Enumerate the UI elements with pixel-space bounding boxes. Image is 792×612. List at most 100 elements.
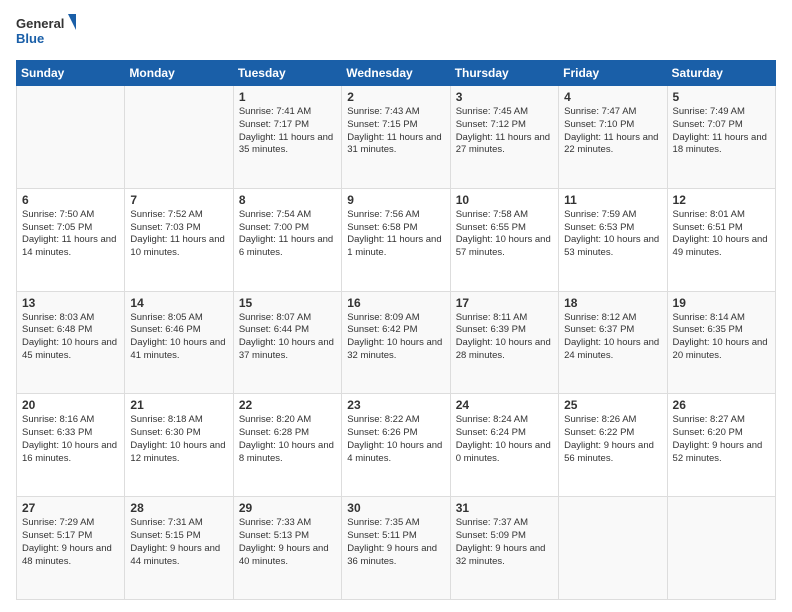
calendar-cell: 24 Sunrise: 8:24 AMSunset: 6:24 PMDayligh… (450, 394, 558, 497)
day-info: Sunrise: 8:09 AMSunset: 6:42 PMDaylight:… (347, 312, 444, 363)
logo: General Blue (16, 12, 76, 52)
day-number: 13 (22, 296, 119, 310)
day-info: Sunrise: 7:56 AMSunset: 6:58 PMDaylight:… (347, 209, 444, 260)
calendar-header-row: SundayMondayTuesdayWednesdayThursdayFrid… (17, 61, 776, 86)
calendar-cell: 29 Sunrise: 7:33 AMSunset: 5:13 PMDayligh… (233, 497, 341, 600)
calendar-cell: 3Sunrise: 7:45 AMSunset: 7:12 PMDaylight… (450, 86, 558, 189)
day-number: 25 (564, 398, 661, 412)
day-info: Sunrise: 7:43 AMSunset: 7:15 PMDaylight:… (347, 106, 444, 157)
day-info: Sunrise: 8:07 AMSunset: 6:44 PMDaylight:… (239, 312, 336, 363)
day-number: 8 (239, 193, 336, 207)
calendar-cell: 31Sunrise: 7:37 AMSunset: 5:09 PMDayligh… (450, 497, 558, 600)
day-info: Sunrise: 8:18 AMSunset: 6:30 PMDaylight:… (130, 414, 227, 465)
day-info: Sunrise: 7:52 AMSunset: 7:03 PMDaylight:… (130, 209, 227, 260)
calendar-cell: 10Sunrise: 7:58 AMSunset: 6:55 PMDayligh… (450, 188, 558, 291)
day-info: Sunrise: 8:16 AMSunset: 6:33 PMDaylight:… (22, 414, 119, 465)
calendar-cell: 26Sunrise: 8:27 AMSunset: 6:20 PMDayligh… (667, 394, 775, 497)
day-number: 29 (239, 501, 336, 515)
calendar-body: 1 Sunrise: 7:41 AMSunset: 7:17 PMDaylight… (17, 86, 776, 600)
calendar-week-2: 13 Sunrise: 8:03 AMSunset: 6:48 PMDayligh… (17, 291, 776, 394)
day-info: Sunrise: 7:50 AMSunset: 7:05 PMDaylight:… (22, 209, 119, 260)
day-number: 5 (673, 90, 770, 104)
day-number: 20 (22, 398, 119, 412)
calendar-cell: 6 Sunrise: 7:50 AMSunset: 7:05 PMDaylight… (17, 188, 125, 291)
day-info: Sunrise: 8:05 AMSunset: 6:46 PMDaylight:… (130, 312, 227, 363)
day-info: Sunrise: 8:27 AMSunset: 6:20 PMDaylight:… (673, 414, 770, 465)
calendar-cell: 23 Sunrise: 8:22 AMSunset: 6:26 PMDayligh… (342, 394, 450, 497)
day-number: 15 (239, 296, 336, 310)
day-info: Sunrise: 8:11 AMSunset: 6:39 PMDaylight:… (456, 312, 553, 363)
calendar-cell: 18Sunrise: 8:12 AMSunset: 6:37 PMDayligh… (559, 291, 667, 394)
day-info: Sunrise: 7:59 AMSunset: 6:53 PMDaylight:… (564, 209, 661, 260)
day-info: Sunrise: 7:31 AMSunset: 5:15 PMDaylight:… (130, 517, 227, 568)
day-info: Sunrise: 7:35 AMSunset: 5:11 PMDaylight:… (347, 517, 444, 568)
calendar-cell: 9 Sunrise: 7:56 AMSunset: 6:58 PMDaylight… (342, 188, 450, 291)
day-number: 6 (22, 193, 119, 207)
calendar-cell (667, 497, 775, 600)
day-info: Sunrise: 7:33 AMSunset: 5:13 PMDaylight:… (239, 517, 336, 568)
day-header-thursday: Thursday (450, 61, 558, 86)
day-number: 28 (130, 501, 227, 515)
day-header-sunday: Sunday (17, 61, 125, 86)
day-info: Sunrise: 8:26 AMSunset: 6:22 PMDaylight:… (564, 414, 661, 465)
day-number: 23 (347, 398, 444, 412)
day-number: 1 (239, 90, 336, 104)
day-info: Sunrise: 7:54 AMSunset: 7:00 PMDaylight:… (239, 209, 336, 260)
calendar-cell: 12Sunrise: 8:01 AMSunset: 6:51 PMDayligh… (667, 188, 775, 291)
day-info: Sunrise: 8:20 AMSunset: 6:28 PMDaylight:… (239, 414, 336, 465)
day-number: 31 (456, 501, 553, 515)
day-header-monday: Monday (125, 61, 233, 86)
day-number: 2 (347, 90, 444, 104)
calendar-cell: 5 Sunrise: 7:49 AMSunset: 7:07 PMDaylight… (667, 86, 775, 189)
calendar-week-0: 1 Sunrise: 7:41 AMSunset: 7:17 PMDaylight… (17, 86, 776, 189)
calendar-cell: 22 Sunrise: 8:20 AMSunset: 6:28 PMDayligh… (233, 394, 341, 497)
day-number: 10 (456, 193, 553, 207)
calendar-cell: 17Sunrise: 8:11 AMSunset: 6:39 PMDayligh… (450, 291, 558, 394)
svg-text:Blue: Blue (16, 31, 44, 46)
day-info: Sunrise: 7:41 AMSunset: 7:17 PMDaylight:… (239, 106, 336, 157)
day-info: Sunrise: 7:47 AMSunset: 7:10 PMDaylight:… (564, 106, 661, 157)
calendar-cell: 14 Sunrise: 8:05 AMSunset: 6:46 PMDayligh… (125, 291, 233, 394)
day-number: 27 (22, 501, 119, 515)
day-info: Sunrise: 8:14 AMSunset: 6:35 PMDaylight:… (673, 312, 770, 363)
calendar-cell: 1 Sunrise: 7:41 AMSunset: 7:17 PMDaylight… (233, 86, 341, 189)
calendar-cell: 16 Sunrise: 8:09 AMSunset: 6:42 PMDayligh… (342, 291, 450, 394)
day-number: 22 (239, 398, 336, 412)
calendar-cell: 28 Sunrise: 7:31 AMSunset: 5:15 PMDayligh… (125, 497, 233, 600)
calendar-cell: 15 Sunrise: 8:07 AMSunset: 6:44 PMDayligh… (233, 291, 341, 394)
day-number: 21 (130, 398, 227, 412)
day-number: 7 (130, 193, 227, 207)
calendar-cell (17, 86, 125, 189)
logo-svg: General Blue (16, 12, 76, 52)
day-number: 14 (130, 296, 227, 310)
page-header: General Blue (16, 12, 776, 52)
day-info: Sunrise: 8:24 AMSunset: 6:24 PMDaylight:… (456, 414, 553, 465)
day-number: 16 (347, 296, 444, 310)
day-number: 9 (347, 193, 444, 207)
day-header-saturday: Saturday (667, 61, 775, 86)
day-number: 24 (456, 398, 553, 412)
calendar-cell: 19 Sunrise: 8:14 AMSunset: 6:35 PMDayligh… (667, 291, 775, 394)
calendar-cell: 2 Sunrise: 7:43 AMSunset: 7:15 PMDaylight… (342, 86, 450, 189)
svg-text:General: General (16, 16, 64, 31)
day-info: Sunrise: 7:45 AMSunset: 7:12 PMDaylight:… (456, 106, 553, 157)
calendar-cell (125, 86, 233, 189)
calendar-cell: 8 Sunrise: 7:54 AMSunset: 7:00 PMDaylight… (233, 188, 341, 291)
day-info: Sunrise: 8:03 AMSunset: 6:48 PMDaylight:… (22, 312, 119, 363)
calendar-cell: 21 Sunrise: 8:18 AMSunset: 6:30 PMDayligh… (125, 394, 233, 497)
calendar-week-4: 27Sunrise: 7:29 AMSunset: 5:17 PMDayligh… (17, 497, 776, 600)
day-number: 19 (673, 296, 770, 310)
calendar-cell: 13 Sunrise: 8:03 AMSunset: 6:48 PMDayligh… (17, 291, 125, 394)
day-header-wednesday: Wednesday (342, 61, 450, 86)
day-number: 30 (347, 501, 444, 515)
calendar-table: SundayMondayTuesdayWednesdayThursdayFrid… (16, 60, 776, 600)
calendar-cell: 25 Sunrise: 8:26 AMSunset: 6:22 PMDayligh… (559, 394, 667, 497)
day-info: Sunrise: 8:22 AMSunset: 6:26 PMDaylight:… (347, 414, 444, 465)
day-number: 4 (564, 90, 661, 104)
day-info: Sunrise: 8:01 AMSunset: 6:51 PMDaylight:… (673, 209, 770, 260)
calendar-week-1: 6 Sunrise: 7:50 AMSunset: 7:05 PMDaylight… (17, 188, 776, 291)
day-number: 18 (564, 296, 661, 310)
calendar-cell: 4 Sunrise: 7:47 AMSunset: 7:10 PMDaylight… (559, 86, 667, 189)
day-info: Sunrise: 7:49 AMSunset: 7:07 PMDaylight:… (673, 106, 770, 157)
calendar-week-3: 20 Sunrise: 8:16 AMSunset: 6:33 PMDayligh… (17, 394, 776, 497)
